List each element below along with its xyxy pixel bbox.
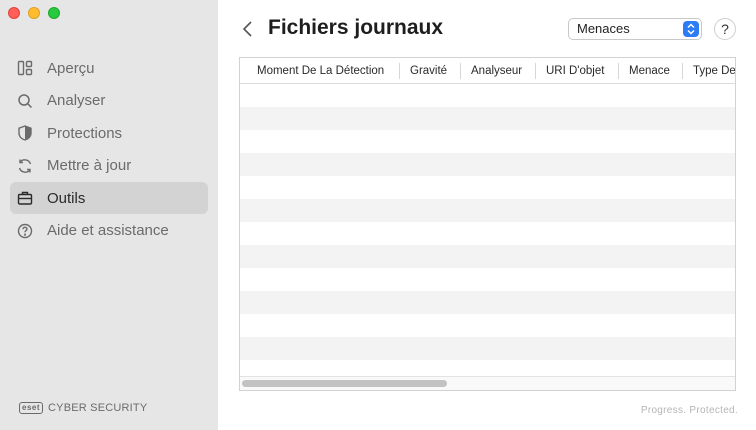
- sidebar-item-scan[interactable]: Analyser: [10, 85, 208, 117]
- table-row: [240, 222, 735, 245]
- column-header-object-uri[interactable]: URI D'objet: [536, 62, 619, 79]
- log-type-select-value: Menaces: [577, 21, 630, 36]
- sidebar-item-update[interactable]: Mettre à jour: [10, 150, 208, 182]
- table-body: [240, 84, 735, 376]
- chevron-left-icon: [242, 21, 252, 37]
- help-button[interactable]: ?: [714, 18, 736, 40]
- log-type-select[interactable]: Menaces: [568, 18, 702, 40]
- minimize-window-button[interactable]: [28, 7, 40, 19]
- column-header-detection-time[interactable]: Moment De La Détection: [240, 62, 400, 79]
- table-row: [240, 176, 735, 199]
- sidebar-item-label: Analyser: [47, 92, 106, 109]
- table-row: [240, 84, 735, 107]
- help-circle-icon: [16, 222, 34, 240]
- horizontal-scrollbar[interactable]: [240, 376, 735, 390]
- briefcase-icon: [16, 189, 34, 207]
- footer-tagline: Progress. Protected.: [640, 405, 738, 416]
- brand-name: CYBER SECURITY: [48, 402, 148, 414]
- table-header: Moment De La Détection Gravité Analyseur…: [240, 58, 735, 84]
- table-row: [240, 130, 735, 153]
- sidebar: Aperçu Analyser Protections Mettre à jou…: [0, 0, 218, 430]
- table-row: [240, 107, 735, 130]
- sidebar-item-overview[interactable]: Aperçu: [10, 52, 208, 84]
- chevron-up-down-icon: [683, 21, 699, 37]
- sidebar-item-label: Aide et assistance: [47, 222, 169, 239]
- log-table: Moment De La Détection Gravité Analyseur…: [239, 57, 736, 391]
- refresh-icon: [16, 157, 34, 175]
- table-row: [240, 199, 735, 222]
- maximize-window-button[interactable]: [48, 7, 60, 19]
- sidebar-item-label: Mettre à jour: [47, 157, 132, 174]
- column-header-severity[interactable]: Gravité: [400, 62, 461, 79]
- brand: eset CYBER SECURITY: [19, 402, 147, 414]
- search-icon: [16, 92, 34, 110]
- column-header-threat[interactable]: Menace: [619, 62, 683, 79]
- sidebar-item-help[interactable]: Aide et assistance: [10, 215, 208, 247]
- table-row: [240, 314, 735, 337]
- shield-icon: [16, 124, 34, 142]
- scrollbar-thumb[interactable]: [242, 380, 447, 387]
- close-window-button[interactable]: [8, 7, 20, 19]
- eset-logo: eset: [19, 402, 44, 414]
- page-title: Fichiers journaux: [268, 16, 444, 39]
- window-controls: [8, 7, 60, 19]
- sidebar-item-label: Aperçu: [47, 59, 95, 77]
- main-panel: Fichiers journaux Menaces ? Moment De La…: [218, 0, 756, 430]
- sidebar-item-tools[interactable]: Outils: [10, 182, 208, 214]
- overview-icon: [16, 59, 34, 77]
- table-row: [240, 337, 735, 360]
- sidebar-item-label: Protections: [47, 124, 123, 142]
- table-row: [240, 268, 735, 291]
- table-row: [240, 153, 735, 176]
- column-header-type[interactable]: Type De: [683, 63, 735, 79]
- back-button[interactable]: [240, 19, 256, 39]
- sidebar-item-protections[interactable]: Protections: [10, 117, 208, 149]
- column-header-scanner[interactable]: Analyseur: [461, 62, 536, 79]
- table-row: [240, 245, 735, 268]
- sidebar-item-label: Outils: [47, 189, 86, 207]
- sidebar-nav: Aperçu Analyser Protections Mettre à jou…: [10, 52, 208, 247]
- table-row: [240, 291, 735, 314]
